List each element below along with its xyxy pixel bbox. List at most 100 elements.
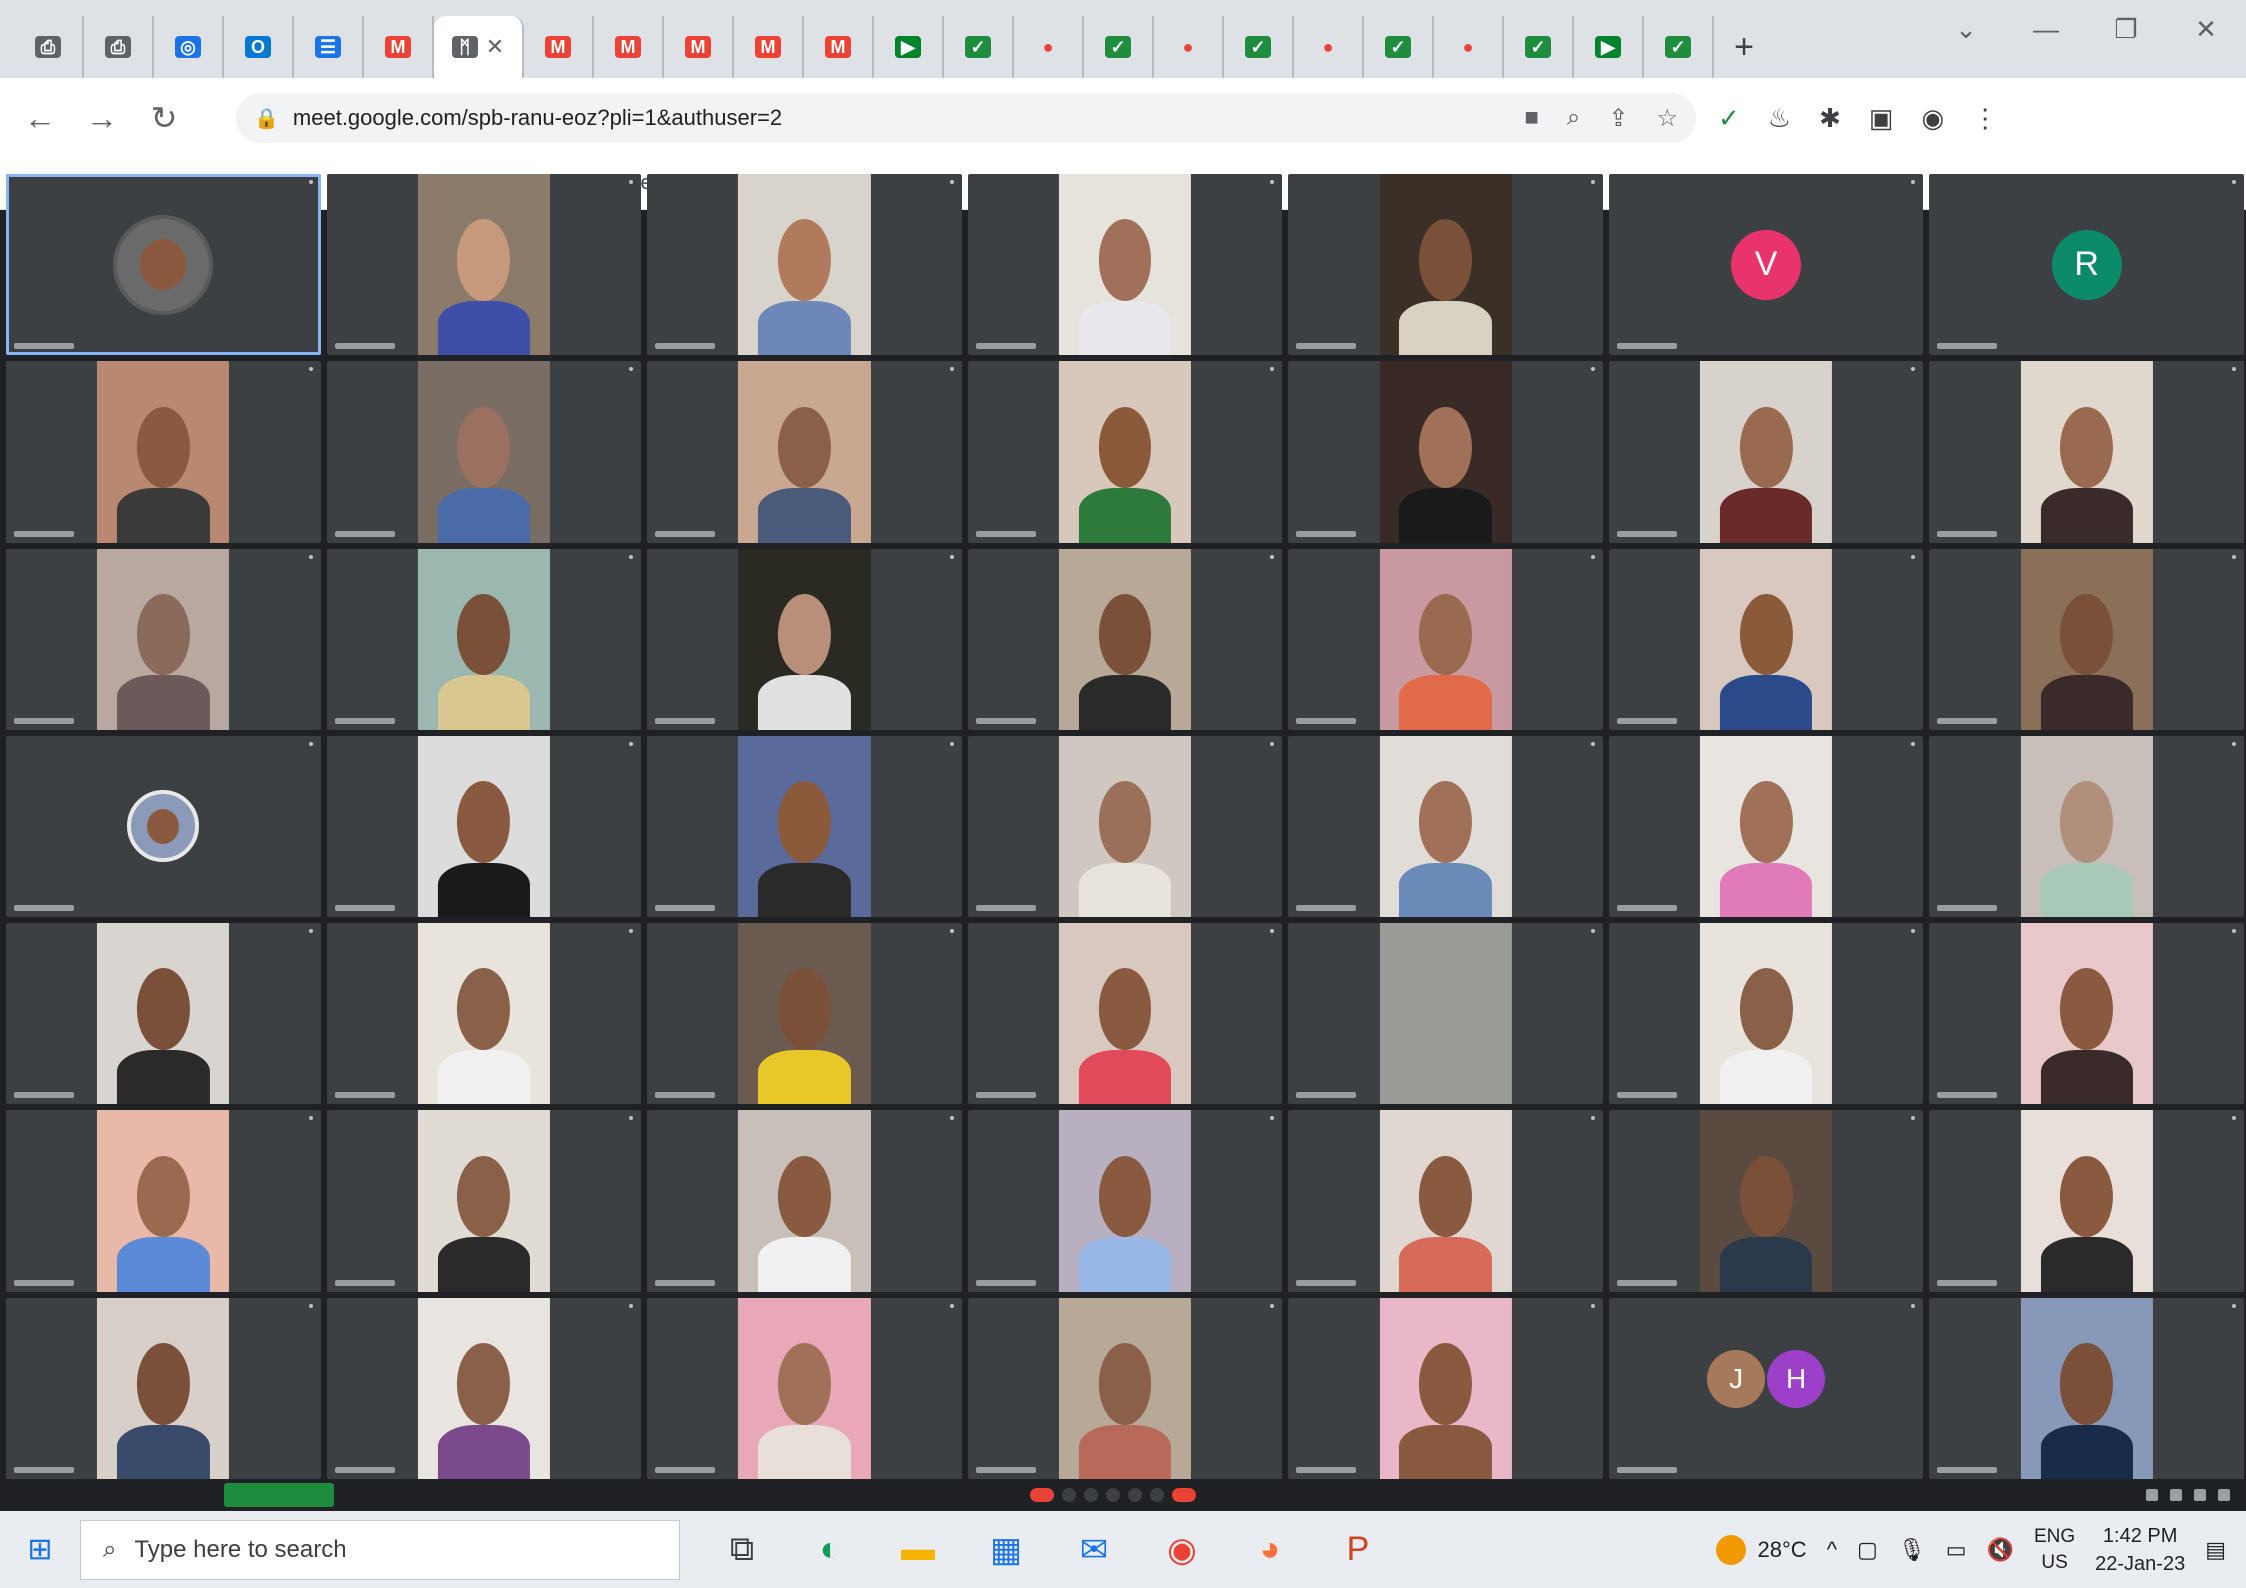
participant-tile[interactable] <box>1929 361 2244 543</box>
tile-options-icon[interactable] <box>1911 554 1916 559</box>
tile-options-icon[interactable] <box>629 554 634 559</box>
participant-tile[interactable] <box>1929 1297 2244 1479</box>
participant-tile[interactable] <box>1288 361 1603 543</box>
participant-tile[interactable] <box>1929 735 2244 918</box>
tile-options-icon[interactable] <box>1590 741 1595 746</box>
edge-icon[interactable]: ◐ <box>804 1524 856 1576</box>
participant-tile[interactable] <box>1608 1110 1924 1292</box>
browser-tab[interactable]: M <box>804 16 874 78</box>
browser-tab[interactable]: ◎ <box>154 16 224 78</box>
activities-icon[interactable] <box>2218 1489 2230 1501</box>
present-button[interactable] <box>1128 1488 1142 1502</box>
browser-tab[interactable]: M <box>594 16 664 78</box>
language-indicator[interactable]: ENG US <box>2034 1524 2075 1576</box>
browser-tab[interactable]: ✓ <box>1224 16 1294 78</box>
info-icon[interactable] <box>2146 1489 2158 1501</box>
participant-tile[interactable] <box>326 1110 642 1292</box>
meeting-chip[interactable] <box>224 1483 334 1507</box>
participant-tile[interactable] <box>1288 735 1603 918</box>
tile-options-icon[interactable] <box>1590 554 1595 559</box>
participant-tile[interactable] <box>967 735 1283 918</box>
menu-kebab-icon[interactable]: ⋮ <box>1972 103 1998 134</box>
browser-tab[interactable]: M <box>364 16 434 78</box>
close-tab-icon[interactable]: ✕ <box>486 34 504 60</box>
participant-tile[interactable] <box>1929 923 2244 1105</box>
browser-tab[interactable]: M <box>664 16 734 78</box>
profile-avatar[interactable]: ◉ <box>1921 103 1944 134</box>
minimize-button[interactable]: — <box>2006 14 2086 45</box>
tile-options-icon[interactable] <box>1270 554 1275 559</box>
participant-tile[interactable] <box>326 548 642 730</box>
tile-options-icon[interactable] <box>2232 554 2236 559</box>
browser-tab[interactable]: ⎙ <box>14 16 84 78</box>
tile-options-icon[interactable] <box>949 1303 954 1308</box>
tile-options-icon[interactable] <box>1590 367 1595 372</box>
participant-tile[interactable] <box>1288 548 1603 730</box>
chat-icon[interactable] <box>2194 1489 2206 1501</box>
participant-tile[interactable] <box>326 361 642 543</box>
participant-tile[interactable] <box>1608 923 1924 1105</box>
participant-tile[interactable] <box>967 361 1283 543</box>
browser-tab[interactable]: O <box>224 16 294 78</box>
browser-tab[interactable]: M <box>734 16 804 78</box>
weather-widget[interactable]: 28°C <box>1715 1534 1807 1565</box>
participant-tile[interactable] <box>967 174 1283 356</box>
participant-tile[interactable] <box>6 735 321 918</box>
extension-icon[interactable]: ♨ <box>1768 103 1791 134</box>
chevron-up-icon[interactable]: ^ <box>1827 1537 1837 1563</box>
browser-tab[interactable]: ⎙ <box>84 16 154 78</box>
tile-options-icon[interactable] <box>1270 1116 1275 1121</box>
tile-options-icon[interactable] <box>629 1116 634 1121</box>
browser-tab[interactable]: ● <box>1154 16 1224 78</box>
tab-search-icon[interactable]: ⌄ <box>1926 14 2006 45</box>
tile-options-icon[interactable] <box>2232 1116 2236 1121</box>
participant-tile[interactable] <box>1288 923 1603 1105</box>
firefox-icon[interactable]: ◕ <box>1244 1524 1296 1576</box>
tile-options-icon[interactable] <box>308 1116 313 1121</box>
participant-tile[interactable] <box>1929 1110 2244 1292</box>
tile-options-icon[interactable] <box>308 1303 313 1308</box>
tile-options-icon[interactable] <box>2232 1303 2236 1308</box>
browser-tab[interactable]: ✓ <box>1084 16 1154 78</box>
browser-tab[interactable]: ✓ <box>944 16 1014 78</box>
participant-tile[interactable] <box>1288 1110 1603 1292</box>
more-options-button[interactable] <box>1150 1488 1164 1502</box>
tile-options-icon[interactable] <box>2232 929 2236 934</box>
mic-button[interactable] <box>1030 1488 1054 1502</box>
tile-options-icon[interactable] <box>1590 1303 1595 1308</box>
tile-options-icon[interactable] <box>2232 180 2236 184</box>
tile-options-icon[interactable] <box>629 367 634 372</box>
address-bar[interactable]: 🔒 meet.google.com/spb-ranu-eoz?pli=1&aut… <box>236 93 1696 143</box>
tile-options-icon[interactable] <box>1911 367 1916 372</box>
store-icon[interactable]: ▦ <box>980 1524 1032 1576</box>
volume-muted-icon[interactable]: 🔇 <box>1987 1537 2014 1563</box>
notifications-icon[interactable]: ▤ <box>2205 1537 2226 1563</box>
participant-tile[interactable] <box>967 548 1283 730</box>
leave-call-button[interactable] <box>1172 1488 1196 1502</box>
tile-options-icon[interactable] <box>949 929 954 934</box>
network-icon[interactable]: ▭ <box>1946 1537 1967 1563</box>
browser-tab[interactable]: ✓ <box>1364 16 1434 78</box>
tile-options-icon[interactable] <box>1911 741 1916 746</box>
tile-options-icon[interactable] <box>949 554 954 559</box>
share-icon[interactable]: ⇪ <box>1608 104 1628 133</box>
tile-options-icon[interactable] <box>629 741 634 746</box>
tile-options-icon[interactable] <box>2232 741 2236 746</box>
tile-options-icon[interactable] <box>949 180 954 184</box>
new-tab-button[interactable]: + <box>1714 16 1774 78</box>
tile-options-icon[interactable] <box>949 1116 954 1121</box>
browser-tab[interactable]: ▶ <box>874 16 944 78</box>
participant-tile[interactable] <box>6 548 321 730</box>
participant-tile[interactable] <box>326 735 642 918</box>
browser-tab[interactable]: ✓ <box>1504 16 1574 78</box>
participant-tile[interactable] <box>647 174 962 356</box>
tile-options-icon[interactable] <box>1911 1303 1916 1308</box>
side-panel-icon[interactable]: ▣ <box>1869 103 1894 134</box>
tile-options-icon[interactable] <box>1911 929 1916 934</box>
participant-tile[interactable] <box>326 923 642 1105</box>
tile-options-icon[interactable] <box>1911 1116 1916 1121</box>
forward-button[interactable]: → <box>82 100 122 137</box>
tile-options-icon[interactable] <box>2232 367 2236 372</box>
captions-button[interactable] <box>1084 1488 1098 1502</box>
tile-options-icon[interactable] <box>1270 741 1275 746</box>
